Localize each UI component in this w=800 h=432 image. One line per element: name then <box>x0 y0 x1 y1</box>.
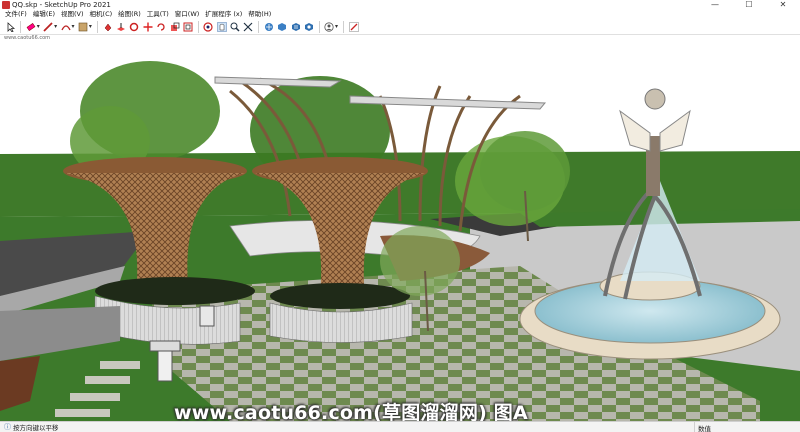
account-icon[interactable] <box>324 21 335 32</box>
warehouse-icon[interactable] <box>263 21 274 32</box>
pencil-icon[interactable] <box>43 21 54 32</box>
model-viewport[interactable]: www.caotu66.com(草图溜溜网) 图A <box>0 41 800 421</box>
menu-extensions[interactable]: 扩展程序 (x) <box>202 10 245 19</box>
fountain-orb <box>644 88 666 110</box>
arc-dropdown[interactable]: ▾ <box>72 23 75 30</box>
shape-dropdown[interactable]: ▾ <box>89 23 92 30</box>
toolbar-separator <box>20 20 22 33</box>
window-title: QQ.skp - SketchUp Pro 2021 <box>12 1 111 9</box>
move-icon[interactable] <box>142 21 153 32</box>
menu-bar: 文件(F) 编辑(E) 视图(V) 相机(C) 绘图(R) 工具(T) 窗口(W… <box>0 10 800 19</box>
paint-icon[interactable] <box>102 21 113 32</box>
edit-icon[interactable] <box>348 21 359 32</box>
measurements-label: 数值 <box>698 424 711 432</box>
offset-icon[interactable] <box>182 21 193 32</box>
scene-render <box>0 61 800 421</box>
shape-icon[interactable] <box>78 21 89 32</box>
book-right-page <box>659 109 691 152</box>
measurements-box[interactable]: 数值 <box>694 422 800 432</box>
hedge-2 <box>270 283 410 309</box>
window-controls: — ☐ ✕ <box>698 0 800 10</box>
close-button[interactable]: ✕ <box>766 0 800 10</box>
menu-help[interactable]: 帮助(H) <box>245 10 274 19</box>
menu-tools[interactable]: 工具(T) <box>144 10 172 19</box>
hedge-1 <box>95 277 255 305</box>
lantern-2-body <box>157 350 173 382</box>
menu-window[interactable]: 窗口(W) <box>172 10 203 19</box>
small-tree <box>380 226 460 296</box>
extension-warehouse-icon[interactable] <box>277 21 288 32</box>
pan-icon[interactable] <box>216 21 227 32</box>
status-bar: ⓘ 按方向键以平移 数值 <box>0 421 800 432</box>
menu-view[interactable]: 视图(V) <box>58 10 87 19</box>
toolbar-separator <box>342 20 344 33</box>
toolbar-separator <box>318 20 320 33</box>
menu-file[interactable]: 文件(F) <box>2 10 30 19</box>
zoom-icon[interactable] <box>230 21 241 32</box>
status-hint: 按方向键以平移 <box>13 424 59 432</box>
toolbar-separator <box>96 20 98 33</box>
status-info-icon: ⓘ <box>4 423 11 431</box>
rotate-icon[interactable] <box>156 21 167 32</box>
eraser-dropdown[interactable]: ▾ <box>37 23 40 30</box>
select-icon[interactable] <box>5 21 16 32</box>
book-left-page <box>619 109 651 152</box>
pushpull-icon[interactable] <box>116 21 127 32</box>
pencil-dropdown[interactable]: ▾ <box>54 23 57 30</box>
minimize-button[interactable]: — <box>698 0 732 10</box>
lantern-2-top <box>149 340 181 352</box>
style-builder-icon[interactable] <box>303 21 314 32</box>
eraser-icon[interactable] <box>26 21 37 32</box>
account-dropdown[interactable]: ▾ <box>335 23 338 30</box>
main-toolbar: ▾ ▾ ▾ ▾ ▾ <box>0 19 800 35</box>
title-bar: QQ.skp - SketchUp Pro 2021 — ☐ ✕ <box>0 0 800 10</box>
sketchup-app-icon <box>2 1 10 9</box>
layout-icon[interactable] <box>290 21 301 32</box>
menu-edit[interactable]: 编辑(E) <box>30 10 58 19</box>
arc-icon[interactable] <box>60 21 71 32</box>
scale-icon[interactable] <box>169 21 180 32</box>
maximize-button[interactable]: ☐ <box>732 0 766 10</box>
toolbar-separator <box>197 20 199 33</box>
menu-camera[interactable]: 相机(C) <box>87 10 116 19</box>
menu-draw[interactable]: 绘图(R) <box>115 10 144 19</box>
followme-icon[interactable] <box>129 21 140 32</box>
lantern-1 <box>199 305 215 327</box>
orbit-icon[interactable] <box>203 21 214 32</box>
toolbar-separator <box>258 20 260 33</box>
big-watermark: www.caotu66.com(草图溜溜网) 图A <box>174 402 528 421</box>
zoom-extents-icon[interactable] <box>243 21 254 32</box>
